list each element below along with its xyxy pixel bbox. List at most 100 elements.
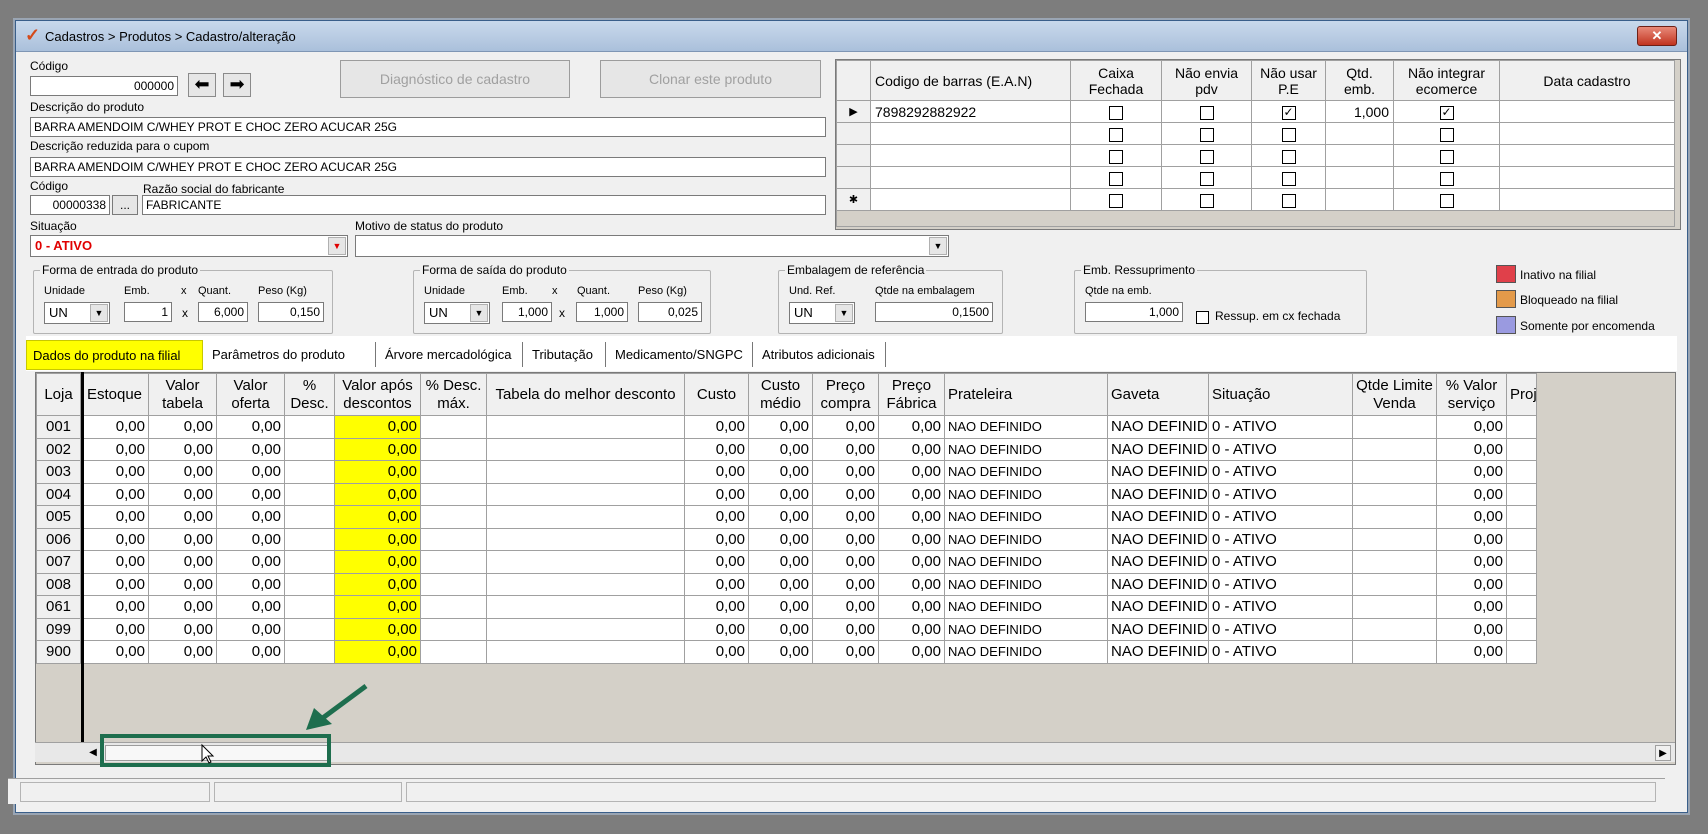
nao-usar-pe-checkbox[interactable] — [1281, 193, 1296, 208]
grid-cell[interactable] — [1352, 617, 1437, 641]
grid-cell[interactable]: 0,00 — [148, 415, 217, 439]
grid-cell[interactable]: 0,00 — [80, 640, 149, 664]
grid-cell[interactable]: 0,00 — [216, 617, 285, 641]
table-row[interactable]: 900 0,00 0,00 0,00 0,00 0,00 0,00 0,00 0,00 NAO D… — [36, 640, 1537, 664]
saida-unidade-select[interactable]: UN ▼ — [424, 302, 490, 324]
grid-cell[interactable]: 0,00 — [1436, 572, 1507, 596]
grid-cell[interactable]: 0,00 — [334, 415, 421, 439]
grid-cell[interactable] — [1506, 415, 1537, 439]
grid-cell[interactable]: 0,00 — [812, 437, 879, 461]
grid-header-12[interactable]: Prateleira — [944, 373, 1108, 416]
table-row[interactable]: 004 0,00 0,00 0,00 0,00 0,00 0,00 0,00 0,00 NAO D… — [36, 482, 1537, 506]
tab-dados-produto-filial[interactable]: Dados do produto na filial — [26, 340, 203, 370]
caixa-fechada-checkbox[interactable] — [1109, 105, 1123, 120]
grid-cell[interactable]: NAO DEFINIDO — [944, 460, 1108, 484]
grid-cell[interactable]: 0,00 — [148, 437, 217, 461]
grid-header-13[interactable]: Gaveta — [1107, 373, 1209, 416]
table-row[interactable]: 007 0,00 0,00 0,00 0,00 0,00 0,00 0,00 0,00 NAO D… — [36, 550, 1537, 574]
grid-cell[interactable]: 0,00 — [748, 415, 813, 439]
grid-cell[interactable] — [486, 460, 685, 484]
tab-medicamento-sngpc[interactable]: Medicamento/SNGPC — [609, 342, 753, 367]
main-data-grid[interactable]: Loja Estoque Valor tabela Valor oferta% Desc. V… — [35, 372, 1676, 765]
ressup-cx-fechada-checkbox[interactable] — [1196, 311, 1209, 324]
grid-cell[interactable] — [284, 482, 335, 506]
grid-cell[interactable]: 0,00 — [878, 460, 945, 484]
grid-cell[interactable]: 0,00 — [878, 550, 945, 574]
grid-cell[interactable]: 0,00 — [216, 595, 285, 619]
entrada-emb-field[interactable]: 1 — [124, 302, 172, 322]
grid-cell[interactable] — [420, 550, 487, 574]
grid-cell[interactable]: 0,00 — [748, 460, 813, 484]
close-button[interactable]: ✕ — [1637, 26, 1677, 46]
grid-cell[interactable]: 0,00 — [812, 550, 879, 574]
grid-cell[interactable]: NAO DEFINIDO — [1107, 437, 1209, 461]
grid-cell[interactable]: NAO DEFINIDO — [1107, 482, 1209, 506]
table-row[interactable]: 001 0,00 0,00 0,00 0,00 0,00 0,00 0,00 0,00 NAO D… — [36, 415, 1537, 439]
grid-cell[interactable] — [420, 482, 487, 506]
grid-header-1[interactable]: Estoque — [80, 373, 149, 416]
grid-cell[interactable]: NAO DEFINIDO — [944, 550, 1108, 574]
nao-usar-pe-checkbox[interactable]: ✓ — [1281, 105, 1296, 120]
grid-cell[interactable] — [486, 595, 685, 619]
grid-cell[interactable]: 0,00 — [216, 415, 285, 439]
grid-cell[interactable]: NAO DEFINIDO — [944, 640, 1108, 664]
nao-usar-pe-checkbox[interactable] — [1281, 149, 1296, 164]
ean-grid[interactable]: Codigo de barras (E.A.N) Caixa Fechada Nã… — [835, 59, 1681, 230]
ean-row[interactable] — [836, 122, 1675, 145]
table-row[interactable]: 061 0,00 0,00 0,00 0,00 0,00 0,00 0,00 0,00 NAO D… — [36, 595, 1537, 619]
grid-cell[interactable] — [420, 572, 487, 596]
grid-cell[interactable] — [486, 617, 685, 641]
grid-cell[interactable]: 0,00 — [1436, 437, 1507, 461]
grid-cell[interactable] — [1506, 572, 1537, 596]
grid-cell[interactable]: 0,00 — [1436, 617, 1507, 641]
motivo-status-select[interactable]: ▼ — [355, 235, 949, 257]
grid-cell[interactable]: 0,00 — [684, 415, 749, 439]
grid-cell[interactable] — [486, 527, 685, 551]
grid-cell[interactable]: 0,00 — [148, 640, 217, 664]
grid-cell[interactable]: 004 — [36, 482, 81, 506]
grid-cell[interactable]: 0,00 — [812, 572, 879, 596]
grid-cell[interactable]: 005 — [36, 505, 81, 529]
grid-cell[interactable] — [420, 505, 487, 529]
grid-cell[interactable] — [420, 640, 487, 664]
ean-row[interactable]: ✱ — [836, 188, 1675, 211]
grid-cell[interactable]: 0,00 — [80, 550, 149, 574]
grid-cell[interactable]: 0,00 — [334, 640, 421, 664]
grid-cell[interactable] — [1506, 460, 1537, 484]
grid-cell[interactable]: 0,00 — [812, 595, 879, 619]
grid-cell[interactable]: 0,00 — [684, 482, 749, 506]
grid-cell[interactable]: 001 — [36, 415, 81, 439]
grid-cell[interactable]: 0,00 — [748, 437, 813, 461]
saida-emb-field[interactable]: 1,000 — [502, 302, 552, 322]
grid-cell[interactable]: NAO DEFINIDO — [944, 482, 1108, 506]
grid-cell[interactable]: 0,00 — [80, 460, 149, 484]
grid-header-6[interactable]: % Desc. máx. — [420, 373, 487, 416]
previous-arrow-icon[interactable]: ⬅ — [188, 73, 216, 97]
table-row[interactable]: 002 0,00 0,00 0,00 0,00 0,00 0,00 0,00 0,00 NAO D… — [36, 437, 1537, 461]
next-arrow-icon[interactable]: ➡ — [223, 73, 251, 97]
grid-cell[interactable]: 0,00 — [334, 482, 421, 506]
und-ref-select[interactable]: UN ▼ — [789, 302, 855, 324]
tab-tributacao[interactable]: Tributação — [526, 342, 606, 367]
grid-cell[interactable]: 0,00 — [684, 437, 749, 461]
grid-cell[interactable]: 0,00 — [684, 460, 749, 484]
grid-header-10[interactable]: Preço compra — [812, 373, 879, 416]
entrada-peso-field[interactable]: 0,150 — [258, 302, 324, 322]
razao-social-field[interactable]: FABRICANTE — [142, 195, 826, 215]
grid-cell[interactable]: 0,00 — [216, 482, 285, 506]
tab-atributos-adicionais[interactable]: Atributos adicionais — [756, 342, 886, 367]
grid-cell[interactable] — [1352, 482, 1437, 506]
grid-cell[interactable]: NAO DEFINIDO — [944, 505, 1108, 529]
grid-cell[interactable]: 0,00 — [148, 505, 217, 529]
grid-cell[interactable]: 0,00 — [812, 505, 879, 529]
grid-cell[interactable]: 0,00 — [148, 572, 217, 596]
grid-header-15[interactable]: Qtde Limite Venda — [1352, 373, 1437, 416]
grid-cell[interactable]: 0,00 — [812, 617, 879, 641]
grid-cell[interactable]: 0,00 — [1436, 505, 1507, 529]
grid-cell[interactable] — [1352, 460, 1437, 484]
clonar-produto-button[interactable]: Clonar este produto — [600, 60, 821, 98]
grid-cell[interactable]: 0,00 — [878, 415, 945, 439]
grid-cell[interactable]: 0,00 — [812, 415, 879, 439]
grid-cell[interactable] — [420, 617, 487, 641]
grid-cell[interactable]: 0 - ATIVO — [1208, 437, 1353, 461]
